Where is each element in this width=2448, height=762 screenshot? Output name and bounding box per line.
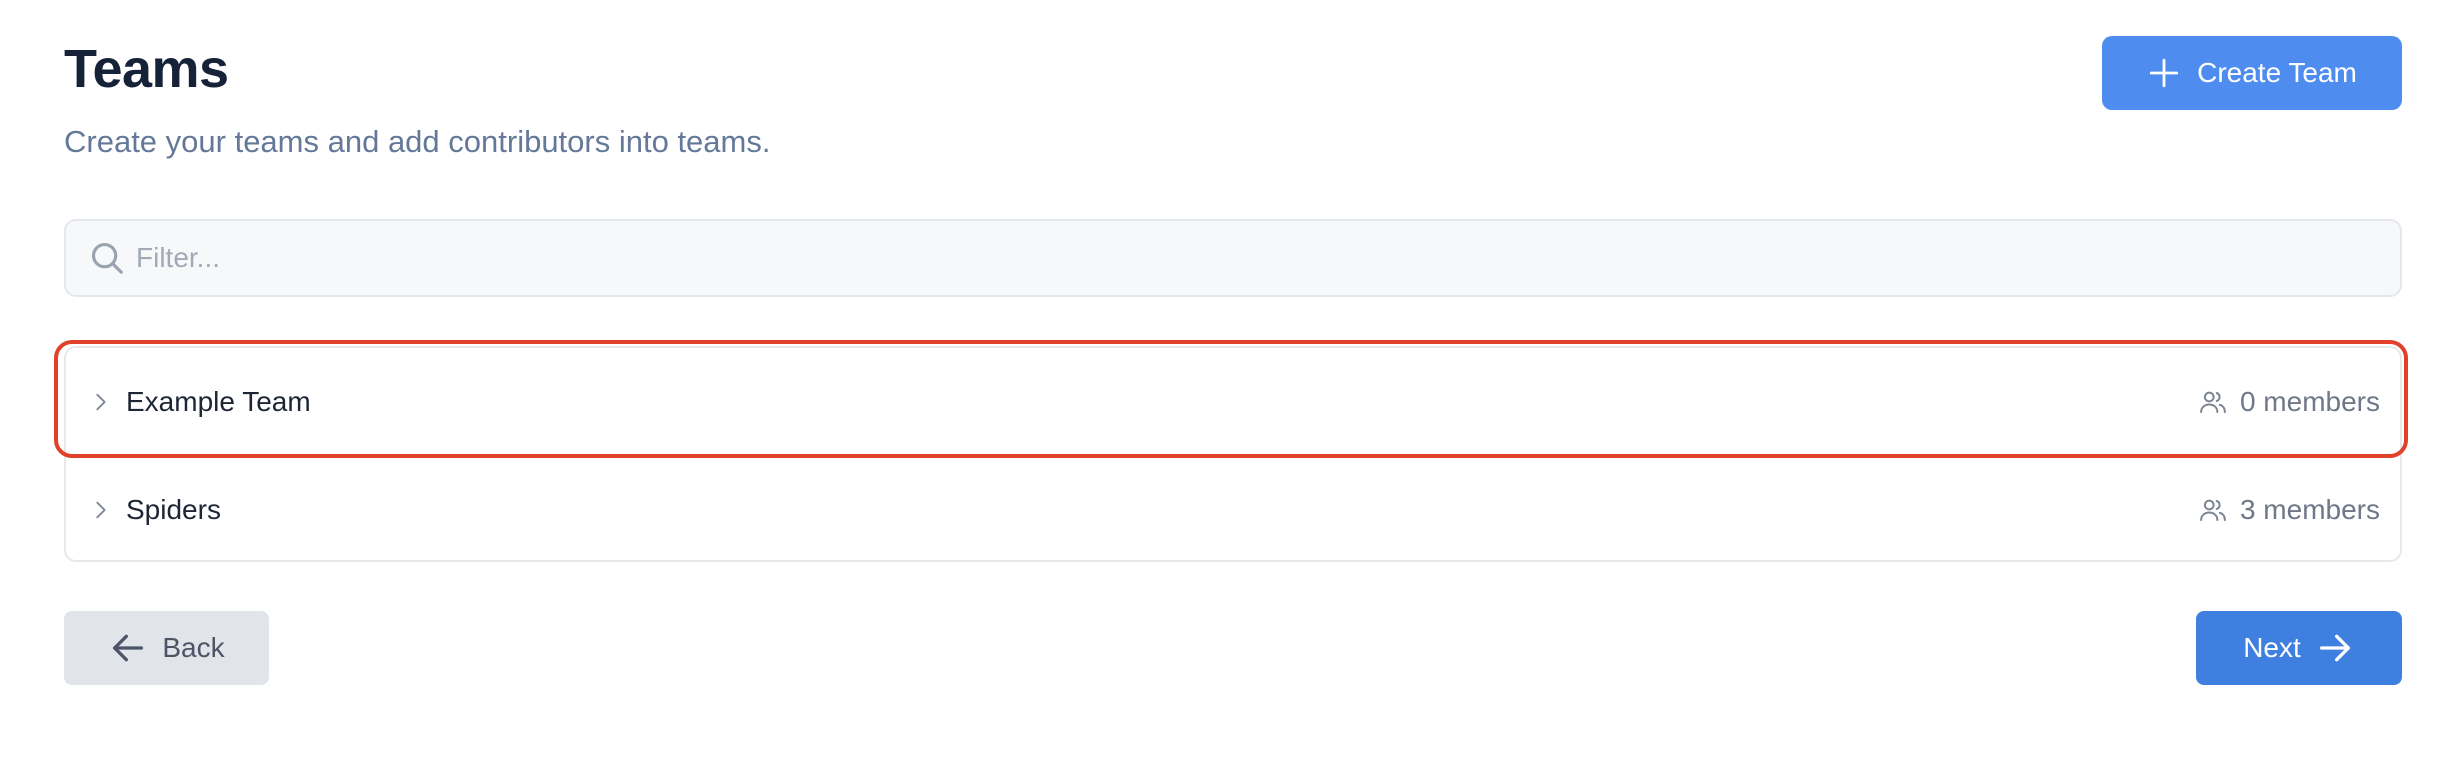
back-button[interactable]: Back bbox=[64, 611, 269, 685]
arrow-right-icon bbox=[2319, 634, 2350, 662]
create-team-label: Create Team bbox=[2197, 57, 2357, 88]
next-label: Next bbox=[2243, 632, 2301, 663]
arrow-left-icon bbox=[113, 634, 144, 662]
back-label: Back bbox=[162, 632, 225, 663]
plus-icon bbox=[2149, 58, 2179, 88]
team-members-count: 3 members bbox=[2239, 494, 2380, 525]
search-icon bbox=[91, 242, 123, 274]
team-members-count: 0 members bbox=[2239, 386, 2380, 417]
filter-input[interactable] bbox=[136, 242, 2336, 274]
users-icon bbox=[2200, 499, 2226, 521]
chevron-right-icon[interactable] bbox=[90, 391, 112, 413]
team-name: Example Team bbox=[126, 386, 311, 417]
team-members: 0 members bbox=[2198, 386, 2380, 418]
next-button[interactable]: Next bbox=[2196, 611, 2402, 685]
team-members: 3 members bbox=[2198, 494, 2380, 526]
create-team-button[interactable]: Create Team bbox=[2102, 36, 2402, 110]
team-row-spiders[interactable]: Spiders 3 members bbox=[66, 456, 2400, 564]
users-icon bbox=[2200, 391, 2226, 413]
page-title: Teams bbox=[64, 39, 229, 99]
team-name: Spiders bbox=[126, 494, 221, 525]
team-list: Example Team 0 members Spiders 3 members bbox=[64, 346, 2402, 562]
chevron-right-icon[interactable] bbox=[90, 499, 112, 521]
filter-box bbox=[64, 219, 2402, 297]
teams-page: Teams Create your teams and add contribu… bbox=[0, 0, 2448, 762]
team-row-example-team[interactable]: Example Team 0 members bbox=[66, 348, 2400, 456]
page-subtitle: Create your teams and add contributors i… bbox=[64, 124, 771, 159]
